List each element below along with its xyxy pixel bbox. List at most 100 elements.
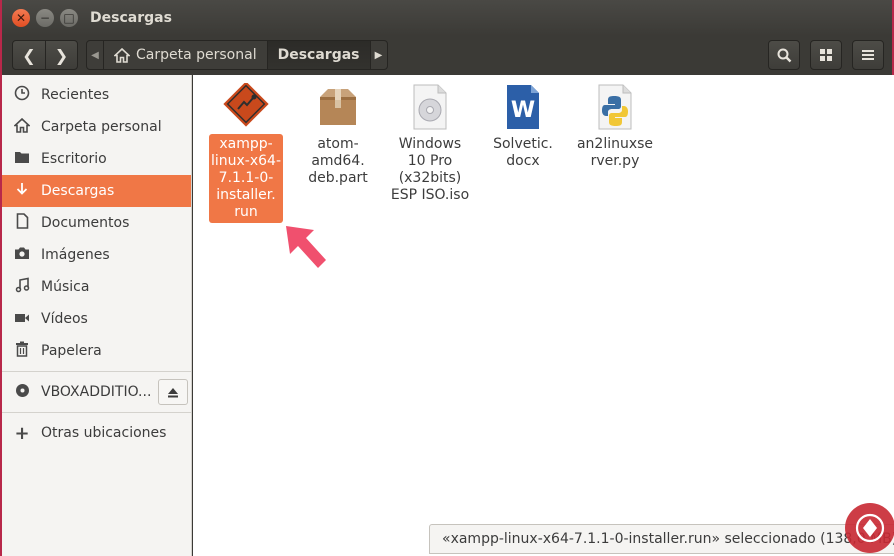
file-name-line: installer. — [216, 187, 276, 203]
status-text: «xampp-linux-x64-7.1.1-0-installer.run» … — [442, 531, 894, 547]
eject-icon — [168, 387, 178, 397]
disc-image-icon — [404, 83, 456, 131]
file-name-line: Windows — [398, 136, 462, 152]
title-bar[interactable]: ✕ − □ Descargas — [2, 0, 892, 36]
file-manager-window: ✕ − □ Descargas ❮ ❯ ◀ Carpeta personal D… — [0, 0, 894, 556]
toolbar: ❮ ❯ ◀ Carpeta personal Descargas ▶ — [2, 36, 892, 74]
camera-icon — [13, 246, 31, 264]
sidebar-item-label: Vídeos — [41, 311, 88, 327]
download-icon — [13, 182, 31, 201]
sidebar: Recientes Carpeta personal Escritorio De… — [2, 75, 192, 556]
file-item-xampp[interactable]: xampp- linux-x64- 7.1.1-0- installer. ru… — [204, 83, 288, 223]
file-name-line: deb.part — [308, 170, 368, 186]
sidebar-item-label: Recientes — [41, 87, 110, 103]
grid-view-icon — [820, 49, 832, 61]
menu-icon — [862, 50, 874, 60]
executable-icon — [220, 83, 272, 131]
sidebar-item-carpeta-personal[interactable]: Carpeta personal — [2, 111, 191, 143]
file-name-line: 7.1.1-0- — [218, 170, 274, 186]
sidebar-item-label: Descargas — [41, 183, 115, 199]
file-item-solvetic[interactable]: W Solvetic. docx — [481, 83, 565, 172]
chevron-right-icon: ❯ — [54, 45, 69, 65]
file-name: xampp- linux-x64- 7.1.1-0- installer. ru… — [209, 134, 283, 223]
sidebar-item-descargas[interactable]: Descargas — [2, 175, 191, 207]
video-icon — [13, 310, 31, 328]
path-scroll-left-button[interactable]: ◀ — [87, 41, 103, 69]
file-view[interactable]: xampp- linux-x64- 7.1.1-0- installer. ru… — [193, 75, 894, 556]
sidebar-item-label: Escritorio — [41, 151, 107, 167]
file-name-line: 10 Pro — [407, 153, 453, 169]
plus-icon: + — [14, 422, 30, 444]
file-name-line: linux-x64- — [211, 153, 282, 169]
pointer-arrow-annotation — [286, 226, 326, 268]
path-segment-home[interactable]: Carpeta personal — [103, 41, 267, 69]
file-name-line: xampp- — [219, 136, 273, 152]
search-button[interactable] — [768, 40, 800, 70]
word-document-icon: W — [497, 83, 549, 131]
sidebar-item-label: Otras ubicaciones — [41, 425, 167, 441]
forward-button[interactable]: ❯ — [45, 41, 77, 69]
python-file-icon — [589, 83, 641, 131]
path-segment-label: Carpeta personal — [136, 47, 257, 63]
window-title: Descargas — [90, 10, 172, 26]
sidebar-item-device[interactable]: VBOXADDITIO... — [2, 376, 191, 408]
sidebar-item-label: VBOXADDITIO... — [41, 384, 152, 400]
sidebar-item-papelera[interactable]: Papelera — [2, 335, 191, 367]
sidebar-item-musica[interactable]: Música — [2, 271, 191, 303]
svg-text:W: W — [511, 98, 535, 123]
sidebar-item-escritorio[interactable]: Escritorio — [2, 143, 191, 175]
clock-icon — [13, 85, 31, 105]
disc-icon — [13, 383, 31, 402]
back-button[interactable]: ❮ — [13, 41, 45, 69]
sidebar-divider — [2, 412, 191, 413]
chevron-left-icon: ❮ — [22, 45, 36, 65]
file-item-atom[interactable]: atom- amd64. deb.part — [296, 83, 380, 189]
sidebar-item-label: Papelera — [41, 343, 102, 359]
document-icon — [13, 213, 31, 233]
sidebar-item-imagenes[interactable]: Imágenes — [2, 239, 191, 271]
watermark-logo — [845, 503, 894, 553]
sidebar-item-recientes[interactable]: Recientes — [2, 79, 191, 111]
sidebar-item-videos[interactable]: Vídeos — [2, 303, 191, 335]
file-item-an2linuxserver[interactable]: an2linuxse rver.py — [573, 83, 657, 172]
file-item-windows-iso[interactable]: Windows 10 Pro (x32bits) ESP ISO.iso — [388, 83, 472, 206]
home-icon — [114, 47, 130, 63]
trash-icon — [13, 341, 31, 361]
file-name: an2linuxse rver.py — [575, 134, 655, 172]
folder-icon — [13, 150, 31, 168]
sidebar-divider — [2, 371, 191, 372]
toolbar-right — [768, 40, 884, 70]
file-name-line: Solvetic. — [493, 136, 553, 152]
path-segment-current[interactable]: Descargas — [266, 41, 371, 69]
file-name: Windows 10 Pro (x32bits) ESP ISO.iso — [389, 134, 471, 206]
file-name: Solvetic. docx — [491, 134, 555, 172]
file-name-line: amd64. — [311, 153, 365, 169]
file-name-line: docx — [506, 153, 540, 169]
sidebar-item-label: Imágenes — [41, 247, 110, 263]
music-icon — [13, 277, 31, 297]
file-name-line: (x32bits) — [398, 170, 462, 186]
maximize-window-button[interactable]: □ — [60, 9, 78, 27]
sidebar-item-label: Música — [41, 279, 90, 295]
sidebar-item-otras-ubicaciones[interactable]: + Otras ubicaciones — [2, 417, 191, 449]
path-bar: ◀ Carpeta personal Descargas ▶ — [86, 40, 388, 70]
file-name-line: atom- — [317, 136, 359, 152]
eject-button[interactable] — [158, 379, 188, 405]
file-name-line: ESP ISO.iso — [390, 187, 470, 203]
search-icon — [777, 48, 791, 62]
sidebar-item-documentos[interactable]: Documentos — [2, 207, 191, 239]
home-icon — [12, 117, 32, 137]
view-toggle-button[interactable] — [810, 40, 842, 70]
path-scroll-right-button[interactable]: ▶ — [371, 41, 387, 69]
path-segment-label: Descargas — [277, 47, 360, 63]
file-name-line: an2linuxse — [576, 136, 654, 152]
menu-button[interactable] — [852, 40, 884, 70]
file-name-line: run — [234, 204, 258, 220]
file-name: atom- amd64. deb.part — [306, 134, 370, 189]
navigation-buttons: ❮ ❯ — [12, 40, 78, 70]
sidebar-item-label: Carpeta personal — [41, 119, 162, 135]
sidebar-item-label: Documentos — [41, 215, 130, 231]
minimize-window-button[interactable]: − — [36, 9, 54, 27]
status-bar: «xampp-linux-x64-7.1.1-0-installer.run» … — [429, 524, 894, 554]
close-window-button[interactable]: ✕ — [12, 9, 30, 27]
